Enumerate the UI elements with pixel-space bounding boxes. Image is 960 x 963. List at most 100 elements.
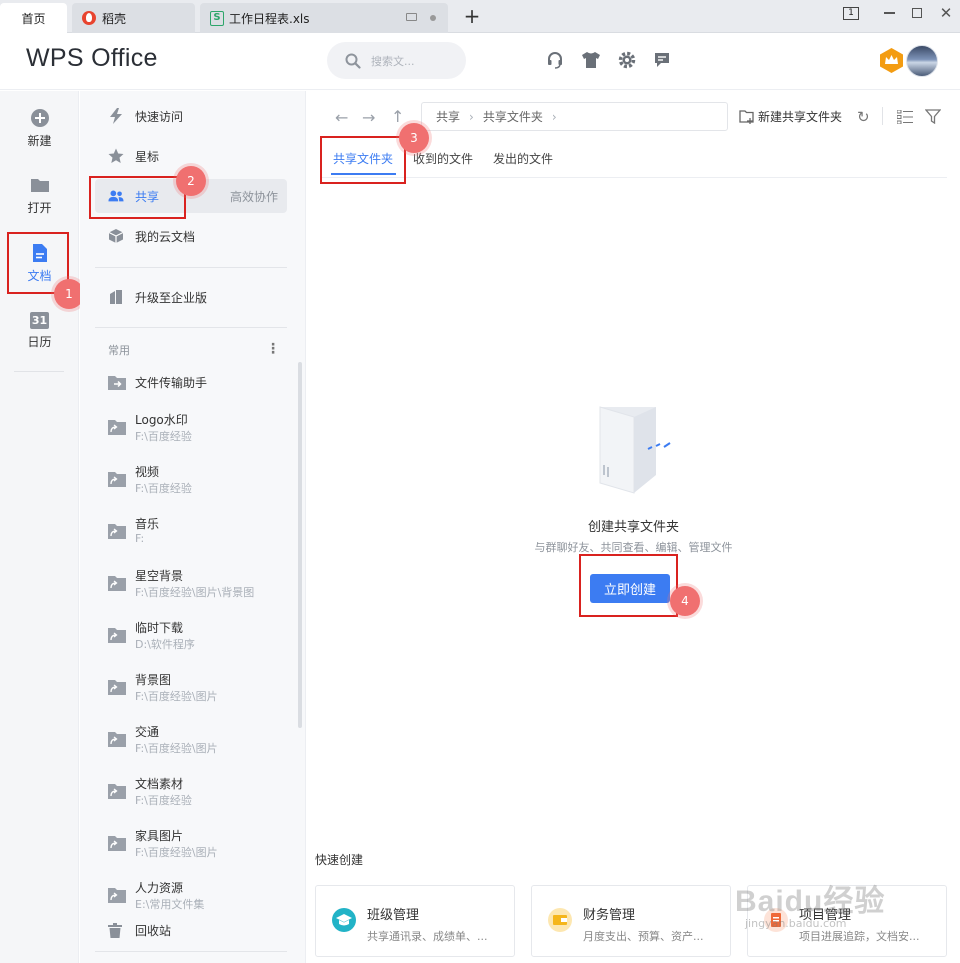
section-label-frequent: 常用 (108, 344, 130, 357)
list-item[interactable]: 背景图 F:\百度经验\图片 (108, 667, 288, 715)
cloud-box-icon (108, 228, 124, 244)
breadcrumb-item[interactable]: 共享 (436, 108, 460, 125)
tab-docer-label: 稻壳 (102, 11, 127, 26)
tab-home[interactable]: 首页 (0, 3, 67, 33)
spreadsheet-icon: S (210, 10, 224, 26)
nav-divider-2 (95, 327, 287, 328)
nav-scrollbar[interactable] (298, 362, 302, 728)
new-shared-folder-label: 新建共享文件夹 (758, 110, 843, 124)
file-name: 人力资源 (135, 881, 184, 895)
nav-upgrade[interactable]: 升级至企业版 (95, 280, 287, 314)
rail-calendar-label: 日历 (27, 335, 52, 349)
gear-icon[interactable] (617, 50, 637, 70)
shared-folder-illustration (596, 405, 676, 495)
trash-icon (108, 922, 122, 938)
breadcrumb-item[interactable]: 共享文件夹 (483, 108, 543, 125)
folder-icon (30, 175, 50, 195)
wallet-icon (548, 908, 572, 932)
file-name: 临时下载 (135, 621, 184, 635)
rail-new[interactable]: 新建 (0, 98, 79, 158)
monitor-icon[interactable] (406, 13, 417, 21)
file-path: D:\软件程序 (135, 638, 195, 651)
highlight-box-2 (89, 176, 186, 219)
new-shared-folder-button[interactable]: 新建共享文件夹 (739, 108, 842, 125)
quick-create-card[interactable]: 财务管理 月度支出、预算、资产... (531, 885, 731, 957)
tab-spreadsheet[interactable]: S 工作日程表.xls (200, 3, 448, 33)
tab-spreadsheet-label: 工作日程表.xls (229, 11, 310, 26)
tab-dot-icon[interactable] (430, 15, 436, 21)
list-view-icon[interactable] (896, 109, 913, 125)
highlight-box-4 (579, 554, 678, 617)
app-title: WPS Office (26, 44, 158, 72)
minimize-icon (883, 12, 895, 14)
filter-icon[interactable] (924, 109, 942, 125)
forward-arrow-icon[interactable]: → (362, 108, 375, 127)
shortcut-folder-icon (108, 419, 126, 435)
file-name: 家具图片 (135, 829, 184, 843)
file-path: F:\百度经验 (135, 482, 192, 495)
chevron-right-icon: › (551, 109, 557, 124)
rail-open-label: 打开 (27, 200, 52, 215)
nav-trash[interactable]: 回收站 (108, 921, 288, 939)
nav-file-transfer[interactable]: 文件传输助手 (108, 372, 288, 392)
list-item[interactable]: 临时下载 D:\软件程序 (108, 615, 288, 663)
shortcut-folder-icon (108, 627, 126, 643)
list-item[interactable]: 交通 F:\百度经验\图片 (108, 719, 288, 767)
shortcut-folder-icon (108, 575, 126, 591)
shortcut-folder-icon (108, 887, 126, 903)
list-item[interactable]: 文档素材 F:\百度经验 (108, 771, 288, 819)
building-icon (108, 289, 124, 305)
list-item[interactable]: 星空背景 F:\百度经验\图片\背景图 (108, 563, 288, 611)
quick-create-card[interactable]: 班级管理 共享通讯录、成绩单、... (315, 885, 515, 957)
refresh-icon[interactable]: ↻ (857, 108, 870, 126)
maximize-button[interactable] (906, 4, 928, 22)
nav-cloud-docs[interactable]: 我的云文档 (95, 219, 287, 253)
file-name: 背景图 (135, 673, 172, 687)
card-description: 月度支出、预算、资产... (583, 930, 704, 943)
rail-open[interactable]: 打开 (0, 165, 79, 225)
folder-plus-icon (739, 109, 755, 124)
list-item[interactable]: 音乐 F: (108, 511, 288, 559)
shortcut-folder-icon (108, 835, 126, 851)
new-tab-button[interactable]: + (462, 6, 482, 26)
graduation-cap-icon (332, 908, 356, 932)
close-button[interactable]: ✕ (935, 4, 957, 22)
back-arrow-icon[interactable]: ← (335, 108, 348, 127)
section-more-icon[interactable]: ⋮ (266, 341, 280, 357)
file-name: 音乐 (135, 517, 160, 531)
file-path: F:\百度经验\图片 (135, 690, 218, 703)
maximize-icon (912, 8, 922, 18)
file-path: F:\百度经验 (135, 794, 192, 807)
search-input[interactable]: 搜索文... (327, 42, 466, 79)
calendar-icon: 31 (30, 312, 49, 329)
shortcut-folder-icon (108, 731, 126, 747)
up-arrow-icon[interactable]: ↑ (391, 107, 404, 126)
headset-icon[interactable] (545, 50, 565, 70)
crown-badge-icon[interactable] (878, 47, 905, 74)
step-badge-3: 3 (399, 123, 429, 153)
minimize-button[interactable] (878, 4, 900, 22)
nav-quick-access-label: 快速访问 (135, 109, 184, 124)
avatar[interactable] (906, 45, 938, 77)
rail-calendar[interactable]: 31 日历 (0, 301, 79, 361)
rail-new-label: 新建 (27, 133, 52, 148)
list-item[interactable]: Logo水印 F:\百度经验 (108, 407, 288, 455)
quick-create-label: 快速创建 (315, 853, 364, 867)
message-icon[interactable] (652, 50, 672, 70)
shortcut-folder-icon (108, 523, 126, 539)
list-item[interactable]: 视频 F:\百度经验 (108, 459, 288, 507)
tab-docer[interactable]: 稻壳 (72, 3, 195, 33)
nav-quick-access[interactable]: 快速访问 (95, 99, 287, 133)
tshirt-icon[interactable] (581, 50, 601, 70)
list-item[interactable]: 人力资源 E:\常用文件集 (108, 875, 288, 923)
card-title: 班级管理 (367, 908, 420, 923)
shortcut-folder-icon (108, 679, 126, 695)
tab-sent-files[interactable]: 发出的文件 (493, 150, 553, 167)
file-name: 文档素材 (135, 777, 184, 791)
breadcrumb[interactable]: 共享 › 共享文件夹 › (421, 102, 728, 131)
step-badge-2: 2 (176, 166, 206, 196)
page-indicator-button[interactable]: 1 (840, 4, 862, 22)
list-item[interactable]: 家具图片 F:\百度经验\图片 (108, 823, 288, 871)
nav-trash-label: 回收站 (135, 923, 172, 938)
tab-received-files[interactable]: 收到的文件 (413, 150, 473, 167)
